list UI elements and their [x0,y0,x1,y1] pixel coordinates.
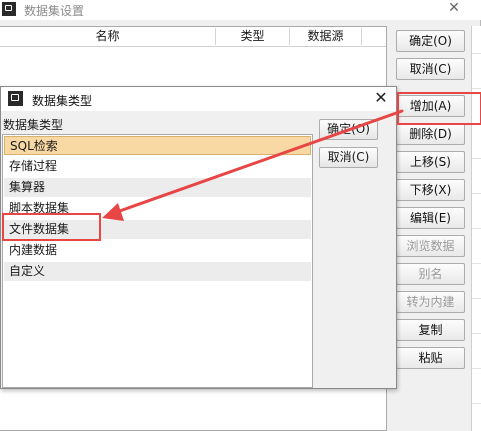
browse-data-button[interactable]: 浏览数据 [396,235,465,257]
main-title-bar: 数据集设置 ✕ [0,0,481,20]
dialog-title-bar: 数据集类型 ✕ [1,87,396,111]
file-dataset-highlight [2,213,101,241]
column-header-datasource[interactable]: 数据源 [290,28,362,45]
convert-to-builtin-button[interactable]: 转为内建 [396,291,465,313]
list-item-builtin-data[interactable]: 内建数据 [4,241,311,260]
move-up-button[interactable]: 上移(S) [396,151,465,173]
ok-button[interactable]: 确定(O) [396,30,465,52]
dataset-type-label: 数据集类型 [3,118,64,132]
add-button-highlight [397,92,481,125]
paste-button[interactable]: 粘贴 [396,347,465,369]
list-item-sql[interactable]: SQL检索 [4,136,311,155]
move-down-button[interactable]: 下移(X) [396,179,465,201]
alias-button[interactable]: 别名 [396,263,465,285]
dataset-type-list[interactable]: SQL检索 存储过程 集算器 脚本数据集 文件数据集 内建数据 自定义 [2,134,313,388]
close-icon[interactable]: ✕ [445,0,463,17]
dialog-ok-button[interactable]: 确定(O) [319,119,378,140]
edit-button[interactable]: 编辑(E) [396,207,465,229]
list-item-calculator[interactable]: 集算器 [4,178,311,197]
dialog-close-icon[interactable]: ✕ [371,88,391,108]
app-icon [2,2,16,16]
copy-button[interactable]: 复制 [396,319,465,341]
dataset-list-header: 名称 类型 数据源 [0,27,386,47]
background-panel-edge [471,26,481,431]
main-window-title: 数据集设置 [24,4,85,18]
list-item-custom[interactable]: 自定义 [4,262,311,281]
column-header-type[interactable]: 类型 [216,28,290,45]
column-header-name[interactable]: 名称 [0,28,216,45]
cancel-button[interactable]: 取消(C) [396,58,465,80]
dialog-cancel-button[interactable]: 取消(C) [319,147,378,168]
list-item-stored-procedure[interactable]: 存储过程 [4,157,311,176]
dialog-title: 数据集类型 [32,94,93,108]
delete-button[interactable]: 删除(D) [396,123,465,145]
dialog-app-icon [8,91,23,106]
